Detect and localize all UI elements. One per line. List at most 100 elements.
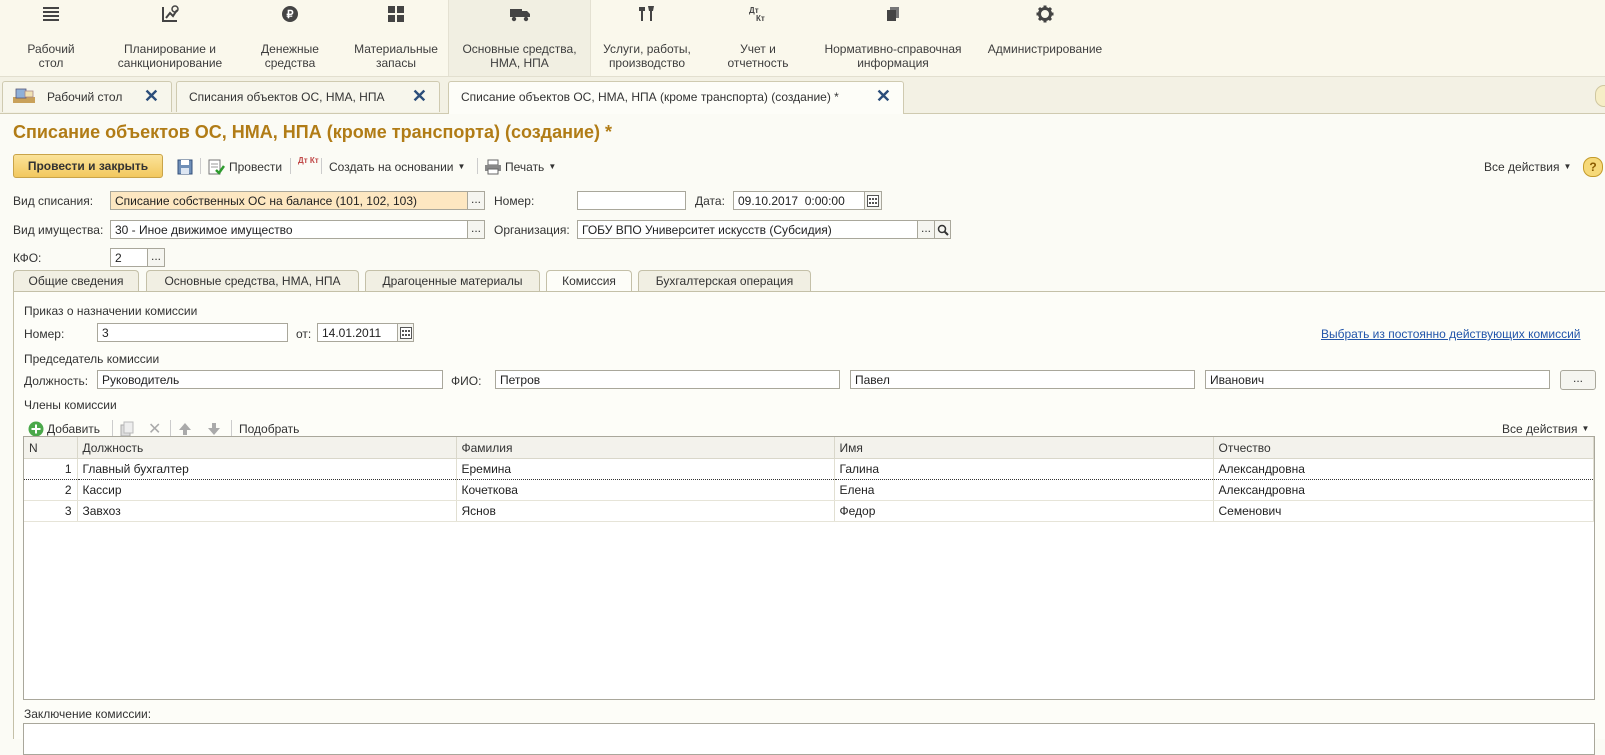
page-title: Списание объектов ОС, НМА, НПА (кроме тр… xyxy=(13,122,613,142)
section-materials[interactable]: Материальные запасы xyxy=(345,0,447,76)
chair-surname-field[interactable] xyxy=(495,370,840,389)
chevron-down-icon: ▼ xyxy=(1563,162,1572,171)
printer-icon xyxy=(484,159,502,178)
order-date-field[interactable] xyxy=(317,323,398,342)
tab-accounting-operation[interactable]: Бухгалтерская операция xyxy=(638,270,811,292)
search-icon[interactable] xyxy=(934,220,951,239)
section-label: Материальные запасы xyxy=(354,42,438,70)
divider xyxy=(231,420,232,436)
section-label: Основные средства, НМА, НПА xyxy=(462,42,577,70)
tab-fixed-assets[interactable]: Основные средства, НМА, НПА xyxy=(146,270,359,292)
chair-section-header: Председатель комиссии xyxy=(24,352,160,366)
print-button[interactable]: Печать ▼ xyxy=(505,160,556,174)
all-actions-label: Все действия xyxy=(1502,422,1578,436)
date-field[interactable] xyxy=(733,191,865,210)
section-admin[interactable]: Администрирование xyxy=(980,0,1110,76)
pick-button[interactable]: Подобрать xyxy=(239,422,299,436)
table-row[interactable]: 1 Главный бухгалтер Еремина Галина Алекс… xyxy=(24,458,1594,480)
books-icon xyxy=(817,3,969,25)
members-all-actions-button[interactable]: Все действия ▼ xyxy=(1502,422,1589,436)
window-tab-writeoff-doc[interactable]: Списание объектов ОС, НМА, НПА (кроме тр… xyxy=(448,81,904,114)
close-icon[interactable]: ✕ xyxy=(144,86,159,107)
section-reference[interactable]: Нормативно-справочная информация xyxy=(817,0,969,76)
order-number-field[interactable] xyxy=(97,323,288,342)
conclusion-field[interactable] xyxy=(23,723,1595,755)
section-money[interactable]: ₽ Денежные средства xyxy=(243,0,337,76)
save-icon[interactable] xyxy=(177,159,193,178)
table-cell: Александровна xyxy=(1213,458,1594,480)
conclusion-label: Заключение комиссии: xyxy=(24,707,152,721)
table-cell: Александровна xyxy=(1213,479,1594,501)
members-table: N Должность Фамилия Имя Отчество 1 Главн… xyxy=(23,436,1595,700)
property-type-select-button[interactable]: ... xyxy=(467,220,485,239)
window-tab-label: Рабочий стол xyxy=(47,90,123,104)
tabs-scroll-button[interactable] xyxy=(1595,85,1605,107)
tab-general[interactable]: Общие сведения xyxy=(13,270,139,292)
table-cell: 2 xyxy=(24,479,78,501)
section-accounting[interactable]: Дт Кт Учет и отчетность xyxy=(712,0,804,76)
help-icon[interactable]: ? xyxy=(1583,157,1603,177)
calendar-icon[interactable] xyxy=(397,323,414,342)
organization-label: Организация: xyxy=(494,223,570,237)
column-header[interactable]: Должность xyxy=(77,437,457,459)
chair-name-field[interactable] xyxy=(850,370,1195,389)
section-desktop[interactable]: Рабочий стол xyxy=(5,0,97,76)
organization-field[interactable] xyxy=(577,220,918,239)
ruble-coin-icon: ₽ xyxy=(243,3,337,25)
all-actions-button[interactable]: Все действия ▼ xyxy=(1484,160,1571,174)
window-tabs-bar: Рабочий стол ✕ Списания объектов ОС, НМА… xyxy=(0,77,1605,114)
post-and-close-button[interactable]: Провести и закрыть xyxy=(13,154,163,178)
add-member-button[interactable]: Добавить xyxy=(47,422,100,436)
chair-patronymic-field[interactable] xyxy=(1205,370,1550,389)
order-section-header: Приказ о назначении комиссии xyxy=(24,304,198,318)
gear-icon xyxy=(980,3,1110,25)
table-cell: Кассир xyxy=(77,479,457,501)
section-planning[interactable]: Планирование и санкционирование xyxy=(104,0,236,76)
debit-credit-icon[interactable]: Дт Кт xyxy=(298,157,319,165)
close-icon[interactable]: ✕ xyxy=(876,86,891,107)
section-services[interactable]: Услуги, работы, производство xyxy=(595,0,699,76)
section-label: Учет и отчетность xyxy=(727,42,789,70)
chair-position-field[interactable] xyxy=(97,370,443,389)
writeoff-type-field[interactable] xyxy=(110,191,468,210)
choose-permanent-commission-link[interactable]: Выбрать из постоянно действующих комисси… xyxy=(1321,327,1581,341)
svg-text:Кт: Кт xyxy=(756,14,765,23)
kfo-field[interactable] xyxy=(110,248,148,267)
divider xyxy=(170,420,171,436)
section-label: Денежные средства xyxy=(261,42,319,70)
property-type-field[interactable] xyxy=(110,220,468,239)
menu-icon xyxy=(5,3,97,25)
kfo-select-button[interactable]: ... xyxy=(147,248,165,267)
column-header[interactable]: Фамилия xyxy=(456,437,835,459)
tab-precious-materials[interactable]: Драгоценные материалы xyxy=(365,270,540,292)
window-tab-writeoffs-list[interactable]: Списания объектов ОС, НМА, НПА ✕ xyxy=(176,81,440,112)
chevron-down-icon: ▼ xyxy=(548,162,557,171)
organization-select-button[interactable]: ... xyxy=(917,220,935,239)
column-header[interactable]: N xyxy=(24,437,78,459)
debit-credit-icon: Дт Кт xyxy=(712,3,804,25)
calendar-icon[interactable] xyxy=(864,191,882,210)
post-button[interactable]: Провести xyxy=(229,160,282,174)
desktop-icon xyxy=(11,86,37,109)
chevron-down-icon: ▼ xyxy=(1581,424,1590,433)
window-tab-desktop[interactable]: Рабочий стол ✕ xyxy=(2,81,172,112)
window-tab-label: Списания объектов ОС, НМА, НПА xyxy=(189,90,385,104)
column-header[interactable]: Имя xyxy=(834,437,1214,459)
section-fixed-assets[interactable]: Основные средства, НМА, НПА xyxy=(449,0,590,76)
number-label: Номер: xyxy=(494,194,535,208)
section-label: Нормативно-справочная информация xyxy=(824,42,962,70)
divider xyxy=(290,158,291,174)
planning-icon xyxy=(104,3,236,25)
create-based-on-button[interactable]: Создать на основании ▼ xyxy=(329,160,465,174)
chair-select-button[interactable]: ... xyxy=(1560,370,1596,390)
divider xyxy=(477,158,478,174)
chevron-down-icon: ▼ xyxy=(457,162,466,171)
writeoff-type-select-button[interactable]: ... xyxy=(467,191,485,210)
table-row[interactable]: 3 Завхоз Яснов Федор Семенович xyxy=(24,500,1594,522)
number-field[interactable] xyxy=(577,191,686,210)
table-row[interactable]: 2 Кассир Кочеткова Елена Александровна xyxy=(24,479,1594,501)
tab-commission[interactable]: Комиссия xyxy=(546,270,632,293)
column-header[interactable]: Отчество xyxy=(1213,437,1594,459)
table-cell: Галина xyxy=(834,458,1214,480)
close-icon[interactable]: ✕ xyxy=(412,86,427,107)
